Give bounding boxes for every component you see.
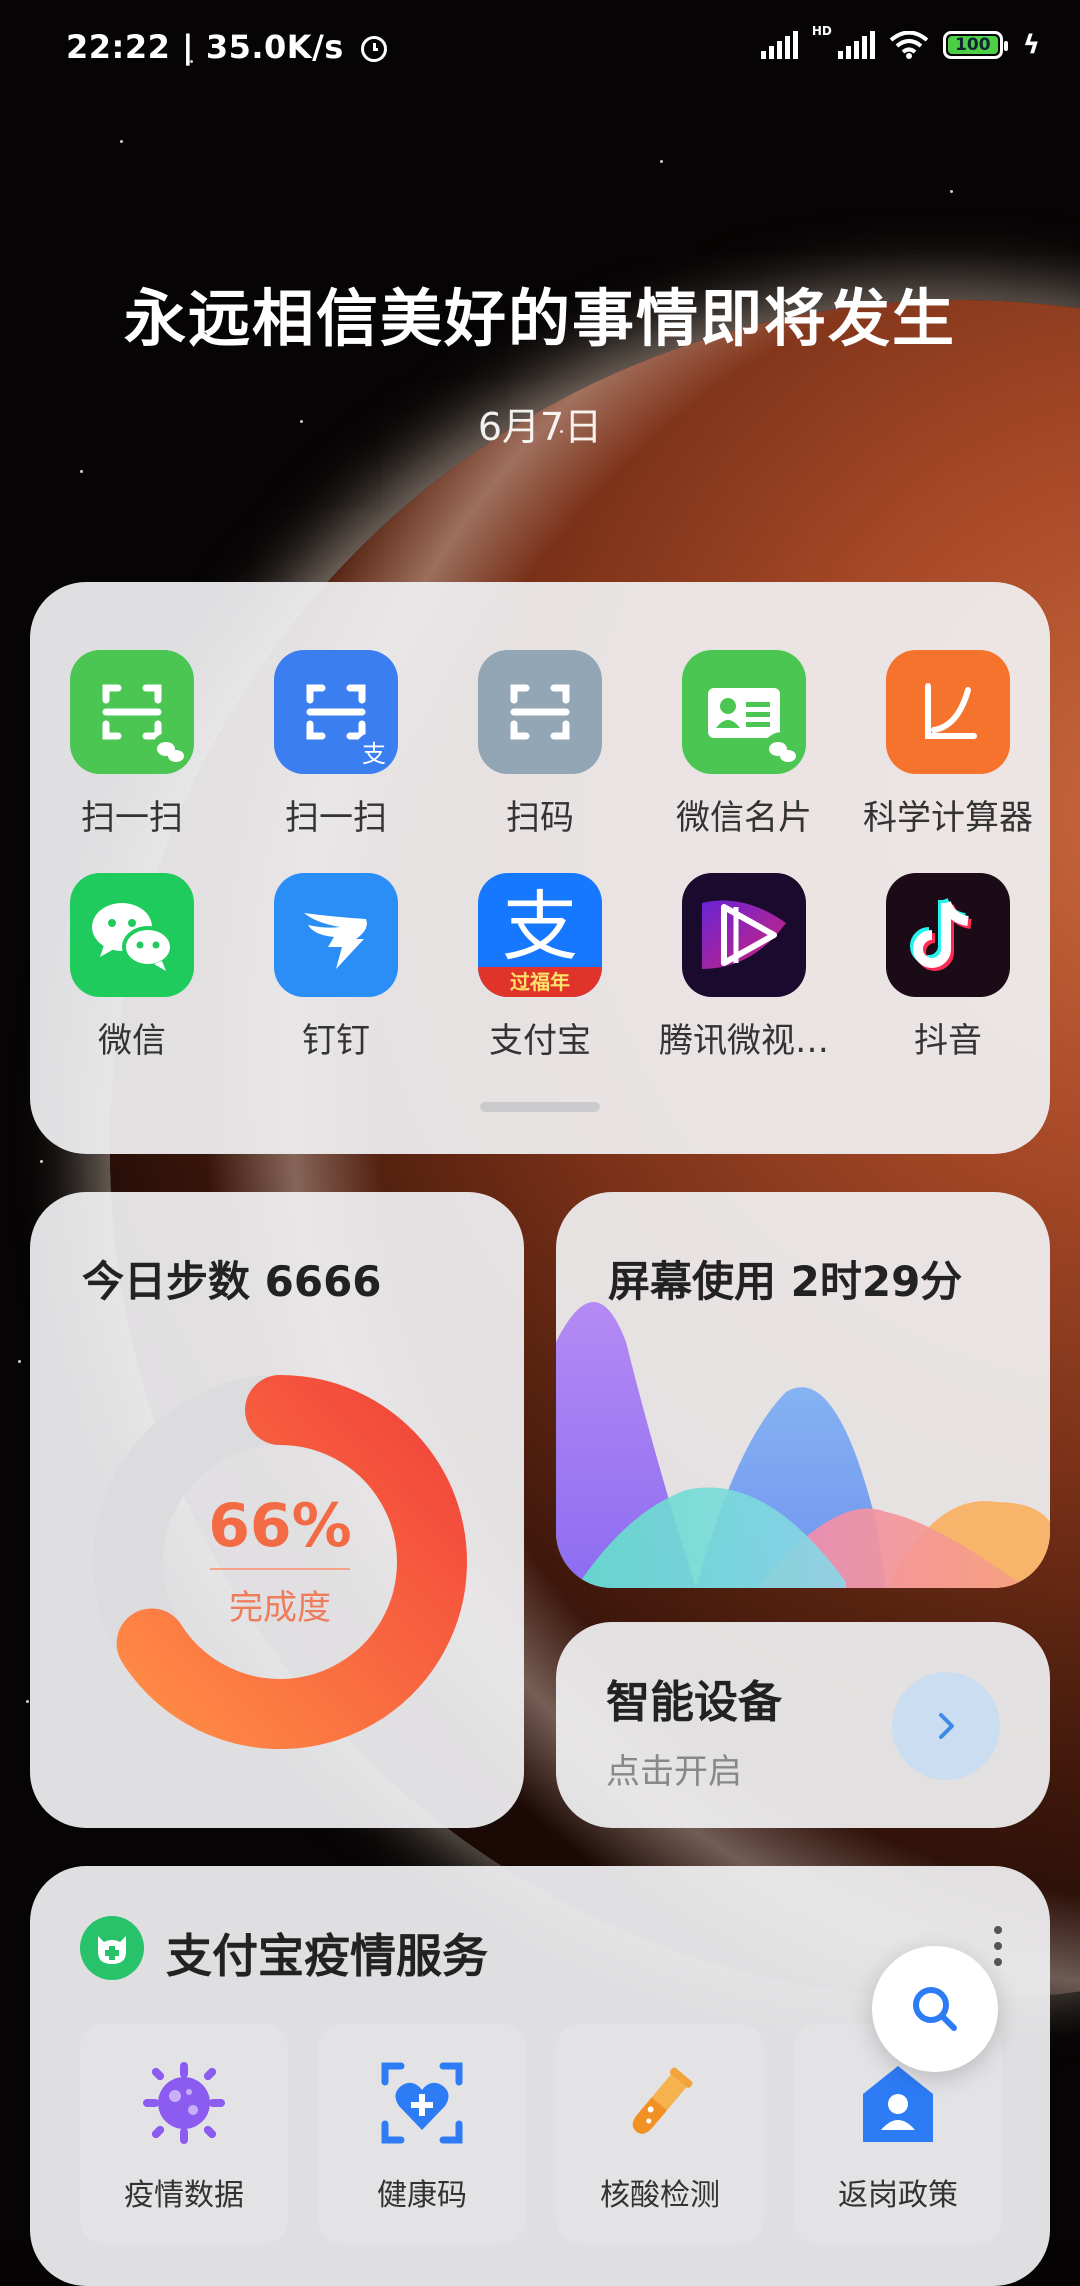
app-weishi[interactable]: 腾讯微视…: [642, 873, 846, 1062]
steps-percent-label: 完成度: [229, 1587, 331, 1628]
search-icon: [913, 1987, 957, 2031]
app-douyin[interactable]: 抖音: [846, 873, 1050, 1062]
app-scan-code[interactable]: 扫码: [438, 650, 642, 839]
tile-health-code[interactable]: 健康码: [318, 2024, 526, 2244]
alipay-service-icon: [80, 1916, 144, 1980]
smart-device-title: 智能设备: [606, 1677, 782, 1728]
health-code-icon: [381, 2062, 463, 2144]
motto-text: 永远相信美好的事情即将发生: [123, 282, 956, 355]
app-label: 扫码: [506, 798, 574, 838]
app-label: 钉钉: [302, 1021, 370, 1061]
app-dingtalk[interactable]: 钉钉: [234, 873, 438, 1062]
tile-label: 疫情数据: [124, 2178, 244, 2213]
more-options-icon[interactable]: [994, 1926, 1002, 1966]
steps-ring: 66% 完成度: [85, 1367, 475, 1757]
smart-device-widget[interactable]: 智能设备 点击开启: [556, 1622, 1050, 1828]
app-wechat[interactable]: 微信: [30, 873, 234, 1062]
app-wechat-card[interactable]: 微信名片: [642, 650, 846, 839]
wechat-card-icon: [682, 650, 806, 774]
app-calculator[interactable]: 科学计算器: [846, 650, 1050, 839]
app-alipay-scan[interactable]: 支 扫一扫: [234, 650, 438, 839]
weishi-icon: [682, 873, 806, 997]
service-tiles: 疫情数据 健康码 核酸检测 返岗政策: [80, 2024, 1002, 2244]
app-label: 扫一扫: [285, 798, 387, 838]
hd-label: HD: [811, 24, 832, 38]
steps-percent: 66%: [208, 1490, 352, 1561]
app-label: 微信: [98, 1021, 166, 1061]
alipay-service-title: 支付宝疫情服务: [166, 1929, 488, 1983]
test-tube-icon: [632, 2067, 693, 2134]
app-label: 支付宝: [489, 1021, 591, 1061]
calculator-icon: [886, 650, 1010, 774]
app-label: 扫一扫: [81, 798, 183, 838]
search-button[interactable]: [872, 1946, 998, 2072]
app-shortcuts-widget: 扫一扫 支 扫一扫 扫码 微信名片 科学计算器 微信 钉钉 支 过福年 支付宝 …: [30, 582, 1050, 1154]
screen-time-widget[interactable]: 屏幕使用 2时29分: [556, 1192, 1050, 1588]
svg-text:支: 支: [362, 740, 386, 768]
app-label: 微信名片: [676, 798, 812, 838]
chevron-right-icon: [939, 1713, 954, 1739]
smart-device-subtitle: 点击开启: [606, 1752, 742, 1792]
battery-level: 100: [955, 35, 991, 55]
tile-label: 核酸检测: [600, 2178, 720, 2213]
charging-icon: ϟ: [1022, 30, 1040, 60]
tile-label: 健康码: [377, 2178, 467, 2213]
wechat-scan-icon: [70, 650, 194, 774]
signal-icon-2: [837, 31, 875, 59]
battery-icon: 100: [942, 31, 1008, 59]
alipay-service-widget: 支付宝疫情服务 疫情数据 健康码 核酸检测 返岗政策: [30, 1866, 1050, 2286]
tile-epidemic-data[interactable]: 疫情数据: [80, 2024, 288, 2244]
app-label: 腾讯微视…: [659, 1021, 829, 1061]
alarm-icon: [361, 36, 388, 62]
steps-widget[interactable]: 今日步数 6666 66% 完成度: [30, 1192, 524, 1828]
alipay-scan-icon: 支: [274, 650, 398, 774]
steps-title: 今日步数 6666: [82, 1257, 382, 1306]
alipay-icon: 支 过福年: [478, 873, 602, 997]
app-grid: 扫一扫 支 扫一扫 扫码 微信名片 科学计算器 微信 钉钉 支 过福年 支付宝 …: [30, 650, 1050, 1062]
smart-device-open-button[interactable]: [892, 1672, 1000, 1780]
alipay-badge: 过福年: [510, 970, 570, 994]
scan-code-icon: [478, 650, 602, 774]
signal-icon: [760, 31, 798, 59]
wechat-icon: [70, 873, 194, 997]
status-time: 22:22 | 35.0K/s: [66, 28, 344, 66]
app-wechat-scan[interactable]: 扫一扫: [30, 650, 234, 839]
screen-time-title: 屏幕使用 2时29分: [608, 1257, 963, 1306]
app-alipay[interactable]: 支 过福年 支付宝: [438, 873, 642, 1062]
svg-text:支: 支: [502, 882, 578, 971]
app-label: 抖音: [914, 1021, 982, 1061]
page-indicator: [480, 1102, 600, 1112]
app-label: 科学计算器: [863, 798, 1033, 838]
date-text: 6月7日: [477, 405, 603, 449]
virus-icon: [143, 2062, 225, 2144]
status-bar: 22:22 | 35.0K/s HD 100 ϟ: [0, 0, 1080, 96]
dingtalk-icon: [274, 873, 398, 997]
tile-label: 返岗政策: [838, 2178, 958, 2213]
tile-nucleic-test[interactable]: 核酸检测: [556, 2024, 764, 2244]
wifi-icon: [889, 31, 929, 59]
douyin-icon: [886, 873, 1010, 997]
